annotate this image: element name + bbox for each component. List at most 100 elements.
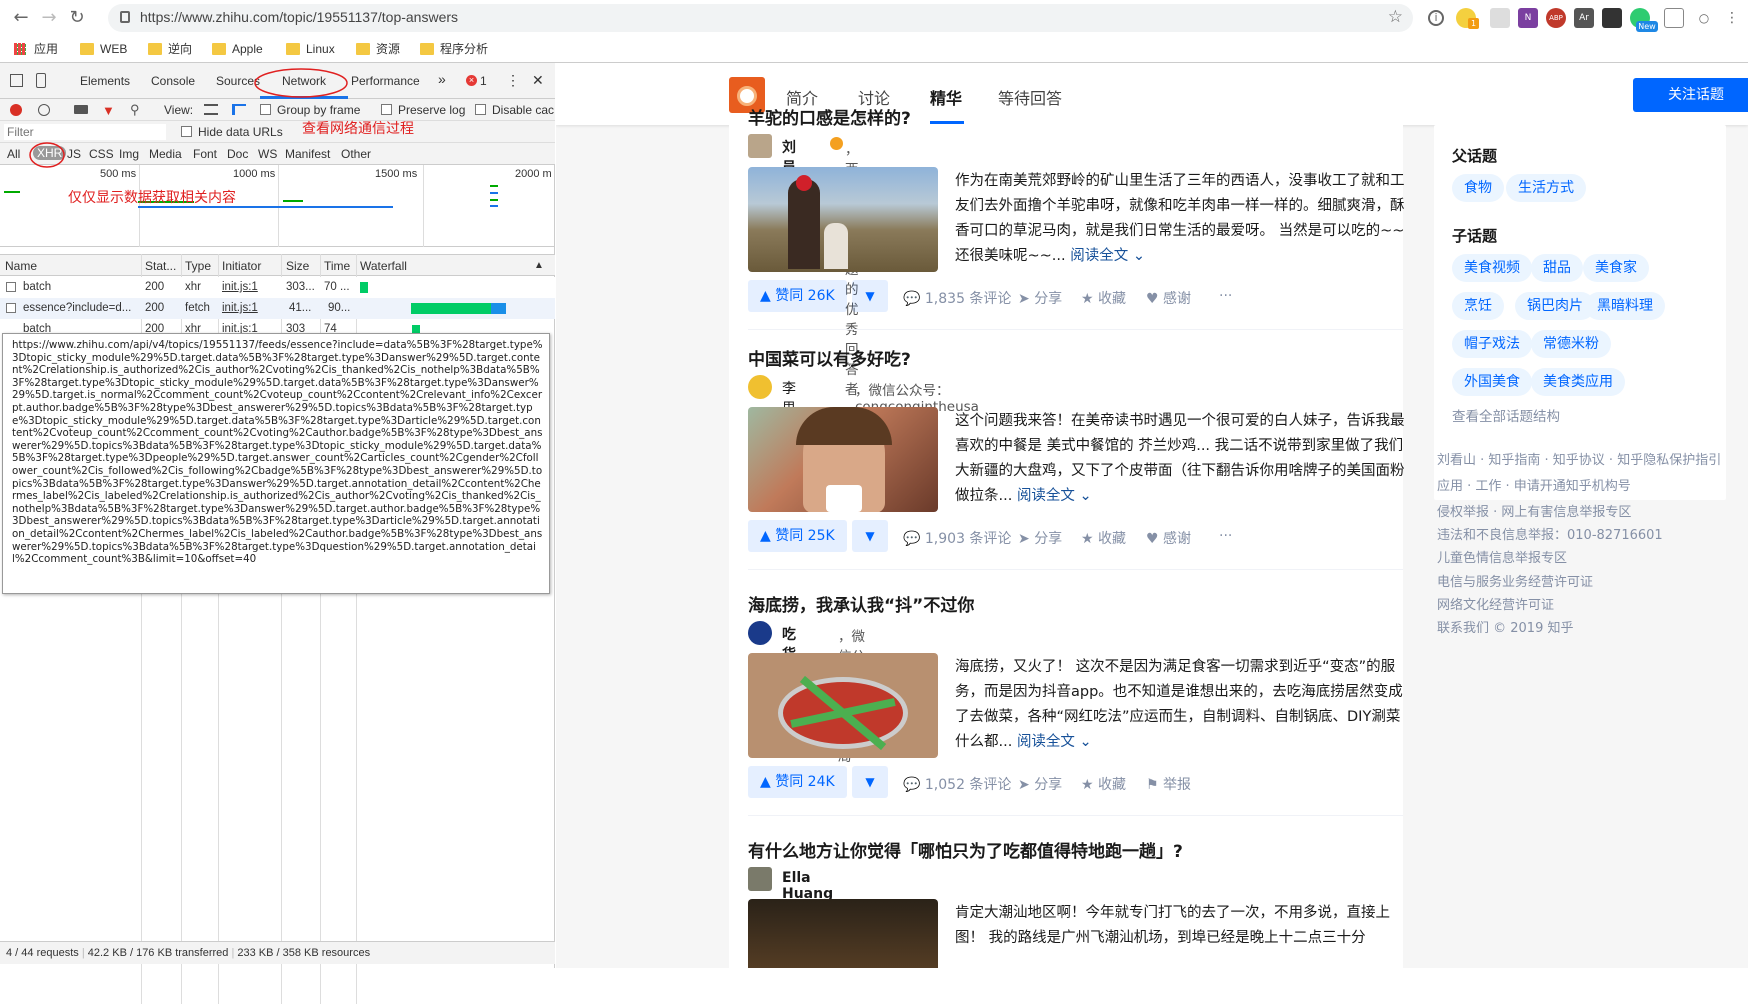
- preserve-log-checkbox[interactable]: [381, 104, 392, 115]
- shield-icon[interactable]: [1664, 8, 1684, 28]
- thanks-button[interactable]: ♥ 感谢: [1146, 288, 1191, 308]
- footer-link-row[interactable]: 网络文化经营许可证: [1437, 594, 1554, 613]
- tab-essence[interactable]: 精华: [930, 85, 962, 109]
- footer-link-row[interactable]: 电信与服务业务经营许可证: [1437, 571, 1593, 590]
- row-initiator[interactable]: init.js:1: [222, 323, 258, 333]
- col-name[interactable]: Name: [5, 259, 37, 273]
- footer-link-row[interactable]: 刘看山 · 知乎指南 · 知乎协议 · 知乎隐私保护指引: [1437, 449, 1721, 468]
- spy-extension-icon[interactable]: [1602, 8, 1622, 28]
- screenshot-camera-icon[interactable]: [74, 105, 88, 114]
- topic-tag[interactable]: 烹饪: [1452, 292, 1504, 320]
- tab-console[interactable]: Console: [151, 74, 195, 88]
- filter-input[interactable]: [4, 124, 166, 140]
- type-doc[interactable]: Doc: [227, 147, 248, 161]
- collect-button[interactable]: ★ 收藏: [1081, 528, 1126, 548]
- answer-thumbnail[interactable]: [748, 653, 938, 758]
- table-row[interactable]: batch 200 xhr init.js:1 303 74: [0, 319, 555, 333]
- share-button[interactable]: ➤ 分享: [1018, 774, 1062, 794]
- bookmark-resources[interactable]: 资源: [356, 41, 400, 58]
- row-initiator[interactable]: init.js:1: [222, 281, 258, 293]
- author-name[interactable]: Ella Huang: [782, 870, 833, 902]
- question-title[interactable]: 海底捞，我承认我“抖”不过你: [748, 591, 974, 616]
- thanks-button[interactable]: ♥ 感谢: [1146, 528, 1191, 548]
- topic-tag[interactable]: 甜品: [1531, 254, 1583, 282]
- collect-button[interactable]: ★ 收藏: [1081, 288, 1126, 308]
- col-initiator[interactable]: Initiator: [222, 259, 261, 273]
- col-time[interactable]: Time: [324, 259, 350, 273]
- question-title[interactable]: 中国菜可以有多好吃?: [748, 345, 911, 370]
- comment-button[interactable]: 💬 1,835 条评论: [903, 288, 1011, 308]
- answer-thumbnail[interactable]: [748, 167, 938, 272]
- search-icon[interactable]: ⚲: [130, 102, 140, 118]
- downvote-button[interactable]: ▼: [852, 766, 888, 798]
- hide-data-urls-checkbox[interactable]: [181, 126, 192, 137]
- comment-button[interactable]: 💬 1,052 条评论: [903, 774, 1011, 794]
- topic-tag[interactable]: 生活方式: [1506, 174, 1586, 202]
- error-icon[interactable]: ×: [466, 75, 477, 86]
- bookmark-star-icon[interactable]: ☆: [1388, 7, 1403, 27]
- read-more-link[interactable]: 阅读全文: [1070, 248, 1128, 264]
- topic-tag[interactable]: 锅巴肉片: [1515, 292, 1595, 320]
- comment-button[interactable]: 💬 1,903 条评论: [903, 528, 1011, 548]
- group-by-frame-checkbox[interactable]: [260, 104, 271, 115]
- question-title[interactable]: 羊驼的口感是怎样的?: [748, 104, 911, 129]
- forward-arrow-icon[interactable]: →: [38, 7, 60, 29]
- bookmark-apple[interactable]: Apple: [212, 41, 263, 58]
- view-all-topics-link[interactable]: 查看全部话题结构: [1452, 405, 1560, 425]
- topic-tag[interactable]: 美食类应用: [1531, 368, 1625, 396]
- tab-performance[interactable]: Performance: [351, 74, 420, 88]
- account-icon[interactable]: ○: [1694, 8, 1714, 28]
- collect-button[interactable]: ★ 收藏: [1081, 774, 1126, 794]
- answer-thumbnail[interactable]: [748, 899, 938, 968]
- error-count[interactable]: 1: [480, 74, 487, 88]
- menu-dots-icon[interactable]: ⋮: [1722, 8, 1742, 28]
- more-options-icon[interactable]: ···: [1219, 288, 1232, 304]
- topic-tag[interactable]: 食物: [1452, 174, 1504, 202]
- topic-tag[interactable]: 外国美食: [1452, 368, 1532, 396]
- clear-icon[interactable]: [38, 104, 50, 116]
- type-css[interactable]: CSS: [89, 147, 114, 161]
- avatar[interactable]: [748, 621, 772, 645]
- avatar[interactable]: [748, 375, 772, 399]
- large-rows-icon[interactable]: [204, 104, 218, 115]
- read-more-link[interactable]: 阅读全文: [1017, 734, 1075, 750]
- type-manifest[interactable]: Manifest: [285, 147, 330, 161]
- adblock-icon[interactable]: ABP: [1546, 8, 1566, 28]
- avatar[interactable]: [748, 867, 772, 891]
- footer-link-row[interactable]: 应用 · 工作 · 申请开通知乎机构号: [1437, 475, 1631, 494]
- tab-waiting-answers[interactable]: 等待回答: [998, 85, 1062, 109]
- bookmark-reverse[interactable]: 逆向: [148, 41, 192, 58]
- question-title[interactable]: 有什么地方让你觉得「哪怕只为了吃都值得特地跑一趟」?: [748, 837, 1183, 862]
- topic-tag[interactable]: 帽子戏法: [1452, 330, 1532, 358]
- follow-topic-button[interactable]: 关注话题: [1633, 78, 1748, 112]
- more-tabs-icon[interactable]: »: [438, 71, 446, 87]
- downvote-button[interactable]: ▼: [852, 520, 888, 552]
- filter-funnel-icon[interactable]: ▼: [102, 103, 115, 118]
- info-icon[interactable]: i: [1428, 10, 1444, 26]
- close-devtools-icon[interactable]: ✕: [532, 72, 544, 89]
- bookmark-program-analysis[interactable]: 程序分析: [420, 41, 488, 58]
- tab-elements[interactable]: Elements: [80, 74, 130, 88]
- document-extension-icon[interactable]: [1490, 8, 1510, 28]
- answer-excerpt[interactable]: 作为在南美荒郊野岭的矿山里生活了三年的西语人，没事收工了就和工友们去外面撸个羊驼…: [955, 169, 1405, 269]
- answer-excerpt[interactable]: 这个问题我来答！在美帝读书时遇见一个很可爱的白人妹子，告诉我最喜欢的中餐是 美式…: [955, 409, 1405, 509]
- device-toolbar-icon[interactable]: [36, 73, 46, 88]
- answer-excerpt[interactable]: 肯定大潮汕地区啊！今年就专门打飞的去了一次，不用多说，直接上图！ 我的路线是广州…: [955, 901, 1405, 946]
- address-bar[interactable]: https://www.zhihu.com/topic/19551137/top…: [108, 4, 1413, 32]
- waterfall-view-icon[interactable]: [232, 104, 246, 115]
- answer-excerpt[interactable]: 海底捞，又火了！ 这次不是因为满足食客一切需求到近乎“变态”的服务，而是因为抖音…: [955, 655, 1405, 755]
- type-img[interactable]: Img: [119, 147, 139, 161]
- type-other[interactable]: Other: [341, 147, 371, 161]
- read-more-link[interactable]: 阅读全文: [1017, 488, 1075, 504]
- bookmark-web[interactable]: WEB: [80, 41, 127, 58]
- share-button[interactable]: ➤ 分享: [1018, 288, 1062, 308]
- table-row[interactable]: essence?include=d... 200 fetch init.js:1…: [0, 298, 555, 319]
- type-js[interactable]: JS: [67, 147, 81, 161]
- record-icon[interactable]: [10, 104, 22, 116]
- inspect-element-icon[interactable]: [10, 74, 23, 87]
- back-arrow-icon[interactable]: ←: [10, 7, 32, 29]
- topic-tag[interactable]: 美食视频: [1452, 254, 1532, 282]
- ar-extension-icon[interactable]: Ar: [1574, 8, 1594, 28]
- type-all[interactable]: All: [7, 147, 20, 161]
- bookmark-linux[interactable]: Linux: [286, 41, 335, 58]
